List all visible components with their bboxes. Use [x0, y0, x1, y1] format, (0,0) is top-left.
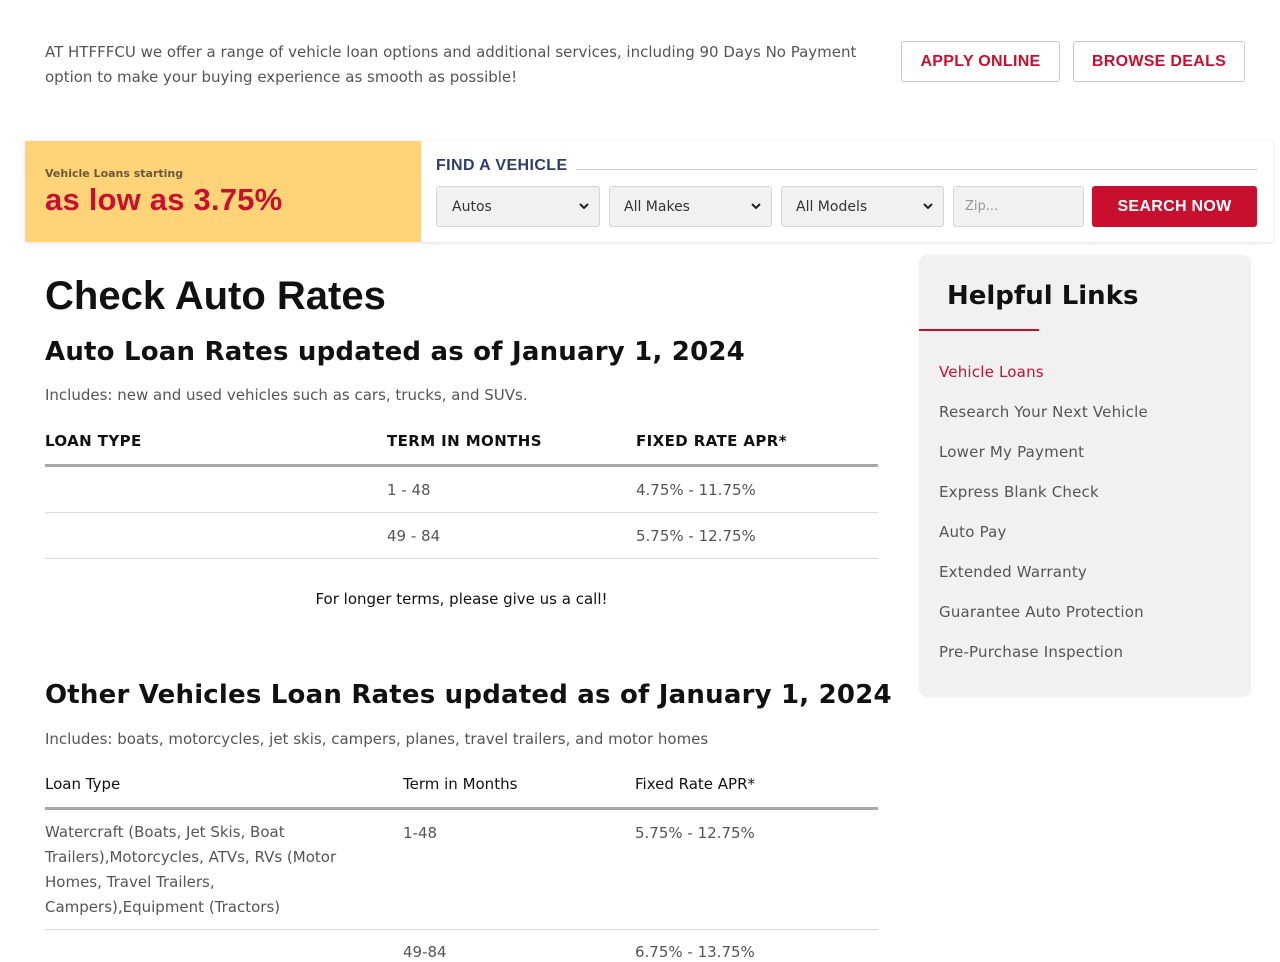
vehicle-type-value: Autos — [452, 198, 492, 215]
sidebar-link-research-vehicle[interactable]: Research Your Next Vehicle — [939, 403, 1148, 421]
other-rates-heading: Other Vehicles Loan Rates updated as of … — [45, 680, 892, 710]
apply-online-button[interactable]: APPLY ONLINE — [901, 41, 1060, 82]
sidebar-link-guarantee-auto-protection[interactable]: Guarantee Auto Protection — [939, 603, 1144, 621]
header-term: TERM IN MONTHS — [387, 432, 542, 450]
sidebar-title-underline — [919, 329, 1039, 331]
divider — [45, 512, 878, 513]
cell-apr: 5.75% - 12.75% — [635, 824, 755, 842]
make-select[interactable]: All Makes — [609, 186, 772, 227]
divider — [45, 807, 878, 810]
divider — [45, 464, 878, 467]
vehicle-finder: Vehicle Loans starting as low as 3.75% F… — [25, 141, 1273, 242]
browse-deals-button[interactable]: BROWSE DEALS — [1073, 41, 1245, 82]
vehicle-type-select[interactable]: Autos — [436, 186, 600, 227]
model-value: All Models — [796, 198, 868, 215]
helpful-links-sidebar: Helpful Links Vehicle Loans Research You… — [919, 255, 1251, 697]
divider — [576, 169, 1257, 170]
model-select[interactable]: All Models — [781, 186, 944, 227]
cell-loan-type: Watercraft (Boats, Jet Skis, Boat Traile… — [45, 823, 337, 916]
sidebar-link-auto-pay[interactable]: Auto Pay — [939, 523, 1007, 541]
sidebar-link-extended-warranty[interactable]: Extended Warranty — [939, 563, 1087, 581]
make-value: All Makes — [624, 198, 690, 215]
sidebar-link-pre-purchase-inspection[interactable]: Pre-Purchase Inspection — [939, 643, 1123, 661]
header-apr: FIXED RATE APR* — [636, 432, 788, 450]
promo-caption: Vehicle Loans starting — [45, 167, 184, 180]
header-loan-type: Loan Type — [45, 775, 121, 793]
find-vehicle-title: FIND A VEHICLE — [436, 157, 568, 174]
divider — [45, 558, 878, 559]
chevron-down-icon — [579, 203, 589, 210]
cell-apr: 4.75% - 11.75% — [636, 481, 756, 499]
page-title: Check Auto Rates — [45, 274, 386, 318]
header-term: Term in Months — [403, 775, 518, 793]
sidebar-link-express-blank-check[interactable]: Express Blank Check — [939, 483, 1099, 501]
promo-rate: as low as 3.75% — [45, 182, 283, 217]
longer-terms-note: For longer terms, please give us a call! — [315, 590, 608, 608]
auto-includes-text: Includes: new and used vehicles such as … — [45, 386, 528, 404]
sidebar-link-vehicle-loans[interactable]: Vehicle Loans — [939, 363, 1044, 381]
rate-promo-banner: Vehicle Loans starting as low as 3.75% — [25, 141, 421, 242]
auto-rates-heading: Auto Loan Rates updated as of January 1,… — [45, 337, 745, 367]
intro-text: AT HTFFFCU we offer a range of vehicle l… — [45, 43, 857, 86]
divider — [45, 929, 878, 930]
cell-apr: 5.75% - 12.75% — [636, 527, 756, 545]
cell-apr: 6.75% - 13.75% — [635, 943, 755, 961]
cell-term: 49-84 — [403, 943, 447, 961]
header-apr: Fixed Rate APR* — [635, 775, 756, 793]
sidebar-title: Helpful Links — [947, 281, 1139, 311]
chevron-down-icon — [751, 203, 761, 210]
cell-term: 1-48 — [403, 824, 438, 842]
search-now-button[interactable]: SEARCH NOW — [1092, 186, 1257, 227]
cell-term: 1 - 48 — [387, 481, 431, 499]
zip-input[interactable] — [953, 186, 1084, 227]
other-includes-text: Includes: boats, motorcycles, jet skis, … — [45, 730, 709, 748]
header-loan-type: LOAN TYPE — [45, 432, 142, 450]
chevron-down-icon — [923, 203, 933, 210]
sidebar-link-lower-payment[interactable]: Lower My Payment — [939, 443, 1084, 461]
cell-term: 49 - 84 — [387, 527, 441, 545]
